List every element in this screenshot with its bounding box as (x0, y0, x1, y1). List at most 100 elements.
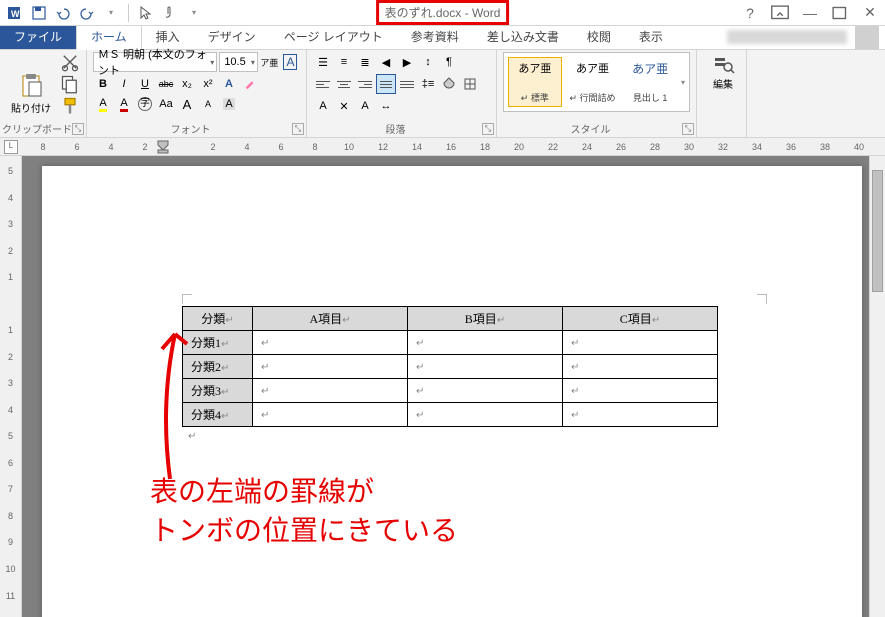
increase-indent-icon[interactable]: ▶ (397, 52, 417, 72)
numbering-icon[interactable]: ≡ (334, 52, 354, 72)
char-border-icon[interactable]: A (281, 52, 300, 72)
ruler-horizontal[interactable]: L 86422468101214161820222426283032343638… (0, 138, 885, 156)
page: 分類↵ A項目↵ B項目↵ C項目↵ 分類1↵↵↵↵ 分類2↵↵↵↵ 分類3↵↵… (42, 166, 862, 617)
style-name: ↵ 行間詰め (569, 91, 615, 104)
paragraph-label: 段落 (307, 121, 496, 136)
ribbon-options-icon[interactable] (769, 2, 791, 24)
document-area: 543211234567891011 分類↵ A項目↵ B項目↵ C項目↵ 分類… (0, 156, 885, 617)
avatar-icon[interactable] (855, 25, 879, 49)
account-name-blurred (727, 30, 847, 44)
format-painter-icon[interactable] (60, 96, 80, 116)
group-paragraph: ☰ ≡ ≣ ◀ ▶ ↕ ¶ ‡≡ A ✕ A ↔ 段落 ⤡ (307, 50, 497, 137)
tab-references[interactable]: 参考資料 (397, 24, 473, 49)
decrease-indent-icon[interactable]: ◀ (376, 52, 396, 72)
highlight-icon[interactable]: A (93, 94, 113, 114)
align-center-icon[interactable] (334, 74, 354, 94)
align-justify-icon[interactable] (376, 74, 396, 94)
margin-mark-tl (182, 294, 192, 304)
align-left-icon[interactable] (313, 74, 333, 94)
styles-launcher-icon[interactable]: ⤡ (682, 123, 694, 135)
line-spacing-icon[interactable]: ‡≡ (418, 74, 438, 94)
tab-mailings[interactable]: 差し込み文書 (473, 24, 573, 49)
maximize-icon[interactable] (829, 2, 851, 24)
style-gallery: あア亜 ↵ 標準 あア亜 ↵ 行間詰め あア亜 見出し 1 ▾ (503, 52, 690, 112)
text-direction2-icon[interactable]: ✕ (334, 96, 354, 116)
quick-access-toolbar: W ▾ ▾ (4, 2, 205, 24)
text-effects-icon[interactable]: A (219, 74, 239, 94)
redo-icon[interactable] (76, 2, 98, 24)
minimize-icon[interactable]: — (799, 2, 821, 24)
doc-title-text: 表のずれ.docx - Word (385, 4, 501, 21)
table-header-cell: B項目↵ (408, 307, 563, 331)
tab-layout[interactable]: ページ レイアウト (270, 24, 397, 49)
ruler-vertical[interactable]: 543211234567891011 (0, 156, 22, 617)
tab-review[interactable]: 校閲 (573, 24, 625, 49)
document-table[interactable]: 分類↵ A項目↵ B項目↵ C項目↵ 分類1↵↵↵↵ 分類2↵↵↵↵ 分類3↵↵… (182, 306, 718, 427)
styles-label: スタイル (497, 121, 696, 136)
align-right-icon[interactable] (355, 74, 375, 94)
style-heading1[interactable]: あア亜 見出し 1 (623, 57, 677, 107)
shading-icon[interactable] (439, 74, 459, 94)
bullets-icon[interactable]: ☰ (313, 52, 333, 72)
multilevel-icon[interactable]: ≣ (355, 52, 375, 72)
paste-label: 貼り付け (11, 100, 51, 115)
window-controls: ? — ✕ (739, 2, 881, 24)
svg-text:W: W (11, 9, 20, 19)
undo-icon[interactable] (52, 2, 74, 24)
font-color-icon[interactable]: A (114, 94, 134, 114)
qat-dropdown2-icon[interactable]: ▾ (183, 2, 205, 24)
ribbon: 貼り付け クリップボード ⤡ ＭＳ 明朝 (本文のフォント 10.5 ア亜 A … (0, 50, 885, 138)
ruby-icon[interactable]: ア亜 (260, 52, 279, 72)
clipboard-launcher-icon[interactable]: ⤡ (72, 123, 84, 135)
help-icon[interactable]: ? (739, 2, 761, 24)
style-preview: あア亜 (576, 60, 609, 76)
close-icon[interactable]: ✕ (859, 2, 881, 24)
touch-icon[interactable] (159, 2, 181, 24)
word-app-icon[interactable]: W (4, 2, 26, 24)
font-launcher-icon[interactable]: ⤡ (292, 123, 304, 135)
cut-icon[interactable] (60, 52, 80, 72)
distribute-icon[interactable] (397, 74, 417, 94)
asian-layout-icon[interactable]: A (355, 96, 375, 116)
clear-format-icon[interactable] (240, 74, 260, 94)
show-marks-icon[interactable]: ¶ (439, 52, 459, 72)
paragraph-launcher-icon[interactable]: ⤡ (482, 123, 494, 135)
table-header-row: 分類↵ A項目↵ B項目↵ C項目↵ (183, 307, 718, 331)
enclosed-char-icon[interactable]: 字 (135, 94, 155, 114)
text-direction1-icon[interactable]: A (313, 96, 333, 116)
qat-dropdown-icon[interactable]: ▾ (100, 2, 122, 24)
group-styles: あア亜 ↵ 標準 あア亜 ↵ 行間詰め あア亜 見出し 1 ▾ スタイル ⤡ (497, 50, 697, 137)
style-preview: あア亜 (632, 60, 668, 77)
copy-icon[interactable] (60, 74, 80, 94)
editing-label: 編集 (713, 76, 733, 91)
grow-font-icon[interactable]: A (177, 94, 197, 114)
title-bar: W ▾ ▾ 表のずれ.docx - Word ? — ✕ (0, 0, 885, 26)
char-shading-icon[interactable]: A (219, 94, 239, 114)
shrink-font-icon[interactable]: A (198, 94, 218, 114)
sort-icon[interactable]: ↕ (418, 52, 438, 72)
table-row: 分類1↵↵↵↵ (183, 331, 718, 355)
font-size-combo[interactable]: 10.5 (219, 52, 258, 72)
indent-marker-icon[interactable] (157, 140, 169, 154)
find-button[interactable]: 編集 (703, 52, 743, 91)
tab-selector-icon[interactable]: L (4, 140, 18, 154)
font-family-combo[interactable]: ＭＳ 明朝 (本文のフォント (93, 52, 217, 72)
borders-icon[interactable] (460, 74, 480, 94)
save-icon[interactable] (28, 2, 50, 24)
style-nospacing[interactable]: あア亜 ↵ 行間詰め (566, 57, 620, 107)
table-row: 分類4↵↵↵↵ (183, 403, 718, 427)
cursor-icon[interactable] (135, 2, 157, 24)
margin-mark-tr (757, 294, 767, 304)
style-name: 見出し 1 (633, 91, 668, 104)
group-font: ＭＳ 明朝 (本文のフォント 10.5 ア亜 A B I U abc x₂ x²… (87, 50, 307, 137)
change-case-icon[interactable]: Aa (156, 94, 176, 114)
tab-file[interactable]: ファイル (0, 24, 76, 49)
page-canvas[interactable]: 分類↵ A項目↵ B項目↵ C項目↵ 分類1↵↵↵↵ 分類2↵↵↵↵ 分類3↵↵… (22, 156, 885, 617)
style-normal[interactable]: あア亜 ↵ 標準 (508, 57, 562, 107)
table-header-cell: A項目↵ (253, 307, 408, 331)
style-gallery-more-icon[interactable]: ▾ (681, 57, 685, 107)
vertical-scrollbar[interactable] (869, 156, 885, 617)
style-name: ↵ 標準 (521, 91, 549, 104)
char-scale-icon[interactable]: ↔ (376, 96, 396, 116)
tab-view[interactable]: 表示 (625, 24, 677, 49)
